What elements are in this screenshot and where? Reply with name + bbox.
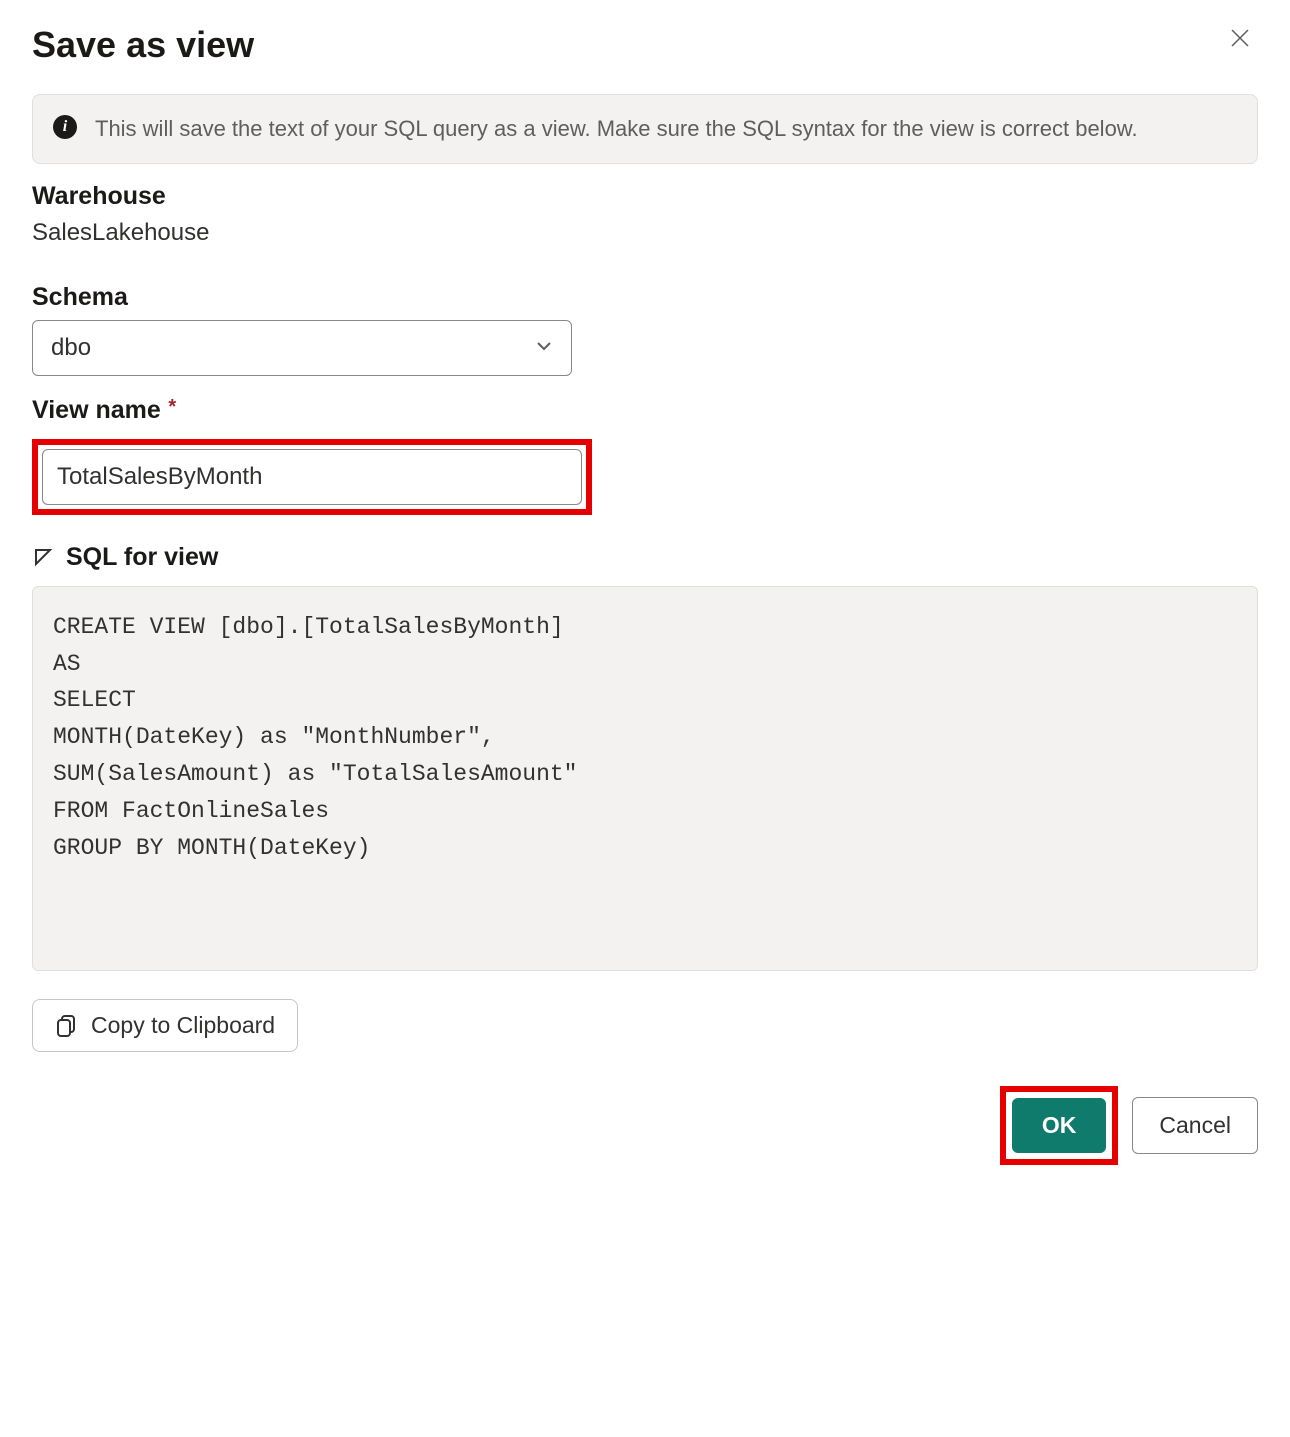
cancel-button[interactable]: Cancel xyxy=(1132,1097,1258,1154)
warehouse-value: SalesLakehouse xyxy=(32,219,1258,247)
save-as-view-dialog: Save as view i This will save the text o… xyxy=(0,0,1290,1197)
sql-code-box[interactable]: CREATE VIEW [dbo].[TotalSalesByMonth] AS… xyxy=(32,586,1258,971)
dialog-title: Save as view xyxy=(32,24,254,66)
dialog-header: Save as view xyxy=(32,24,1258,66)
view-name-field: View name * xyxy=(32,396,1258,515)
schema-selected-value: dbo xyxy=(51,334,91,362)
schema-field: Schema dbo xyxy=(32,283,1258,376)
sql-section-header[interactable]: SQL for view xyxy=(32,543,1258,572)
chevron-down-icon xyxy=(535,334,553,362)
collapse-triangle-icon xyxy=(32,546,54,568)
warehouse-label: Warehouse xyxy=(32,182,1258,211)
sql-section-label: SQL for view xyxy=(66,543,218,572)
warehouse-field: Warehouse SalesLakehouse xyxy=(32,182,1258,247)
dialog-footer: OK Cancel xyxy=(32,1086,1258,1165)
view-name-highlight xyxy=(32,439,592,515)
ok-button-highlight: OK xyxy=(1000,1086,1119,1165)
copy-button-label: Copy to Clipboard xyxy=(91,1012,275,1039)
view-name-input[interactable] xyxy=(42,449,582,505)
schema-label: Schema xyxy=(32,283,1258,312)
ok-button[interactable]: OK xyxy=(1012,1098,1107,1153)
close-icon[interactable] xyxy=(1222,24,1258,57)
info-banner: i This will save the text of your SQL qu… xyxy=(32,94,1258,164)
info-text: This will save the text of your SQL quer… xyxy=(95,113,1218,145)
copy-icon xyxy=(55,1013,79,1037)
schema-select[interactable]: dbo xyxy=(32,320,572,376)
info-icon: i xyxy=(53,115,77,139)
view-name-label: View name * xyxy=(32,396,1258,425)
copy-to-clipboard-button[interactable]: Copy to Clipboard xyxy=(32,999,298,1052)
